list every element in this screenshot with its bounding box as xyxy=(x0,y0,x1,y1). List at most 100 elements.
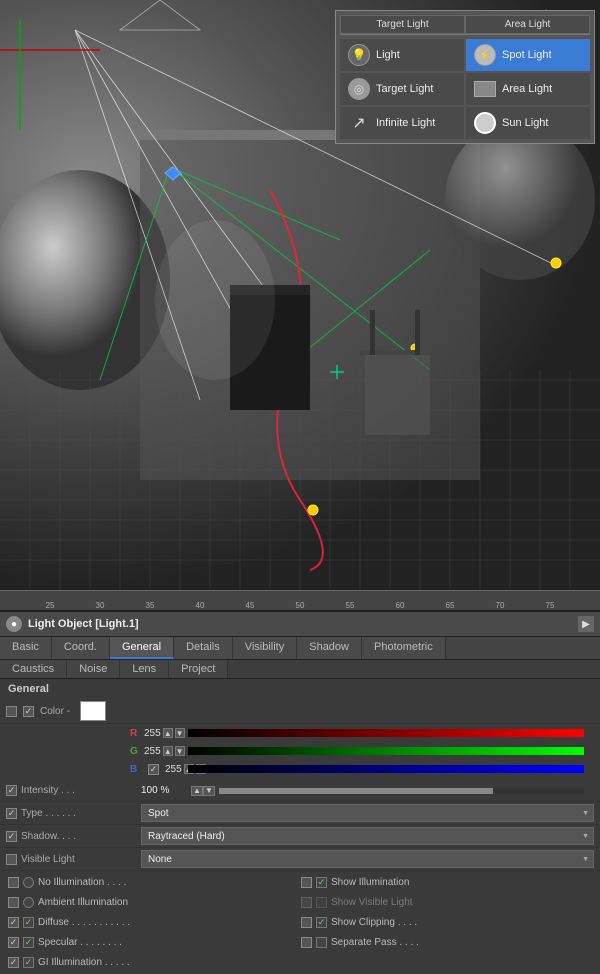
show-clipping-checkbox[interactable]: ✓ xyxy=(316,917,327,928)
channel-r-up[interactable]: ▲ xyxy=(163,728,173,738)
show-illumination-checkbox-outer[interactable] xyxy=(301,877,312,888)
diffuse-checkbox2[interactable]: ✓ xyxy=(23,917,34,928)
tab-details[interactable]: Details xyxy=(174,637,233,659)
ruler-tick-25: 25 xyxy=(46,601,55,610)
gi-illumination-checkbox[interactable] xyxy=(8,957,19,968)
channel-b-enable[interactable] xyxy=(148,764,159,775)
type-label: Type . . . . . . xyxy=(21,808,141,819)
ruler-tick-50: 50 xyxy=(296,601,305,610)
light-type-infinite[interactable]: ↗ Infinite Light xyxy=(340,107,464,139)
color-enable-checkbox[interactable] xyxy=(23,706,34,717)
tab-area-light[interactable]: Area Light xyxy=(465,15,590,34)
light-type-spot[interactable]: ⚡ Spot Light xyxy=(466,39,590,71)
show-visible-light-checkbox-outer[interactable] xyxy=(301,897,312,908)
gi-illumination-label: GI Illumination . . . . . xyxy=(38,957,130,968)
ruler-tick-55: 55 xyxy=(346,601,355,610)
intensity-down[interactable]: ▼ xyxy=(203,786,215,796)
channel-g-label: G xyxy=(130,746,144,757)
target-icon: ◎ xyxy=(348,78,370,100)
shadow-dropdown[interactable]: Raytraced (Hard) xyxy=(141,827,594,845)
separate-pass-checkbox-outer[interactable] xyxy=(301,937,312,948)
intensity-up[interactable]: ▲ xyxy=(191,786,203,796)
ruler-tick-65: 65 xyxy=(446,601,455,610)
tab-target-light[interactable]: Target Light xyxy=(340,15,465,34)
channel-b-bar xyxy=(188,765,584,773)
intensity-bar-fill xyxy=(219,788,493,794)
intensity-value: 100 % xyxy=(141,785,191,796)
diffuse-label: Diffuse . . . . . . . . . . . xyxy=(38,917,130,928)
no-illumination-checkbox[interactable] xyxy=(8,877,19,888)
tab-shadow[interactable]: Shadow xyxy=(297,637,362,659)
light-bulb-icon: 💡 xyxy=(348,44,370,66)
ruler-tick-60: 60 xyxy=(396,601,405,610)
channel-b-row: B 255 ▲ ▼ xyxy=(0,760,600,778)
panel-header: ● Light Object [Light.1] ▶ xyxy=(0,612,600,637)
light-type-area[interactable]: Area Light xyxy=(466,73,590,105)
tab-visibility[interactable]: Visibility xyxy=(233,637,298,659)
spot-label: Spot Light xyxy=(502,49,552,61)
channel-b-value: 255 ▲ ▼ xyxy=(144,764,184,775)
ruler-tick-75: 75 xyxy=(546,601,555,610)
ruler-tick-70: 70 xyxy=(496,601,505,610)
subtab-noise[interactable]: Noise xyxy=(67,660,120,678)
specular-checkbox[interactable] xyxy=(8,937,19,948)
channel-r-down[interactable]: ▼ xyxy=(175,728,185,738)
properties-panel: ● Light Object [Light.1] ▶ Basic Coord. … xyxy=(0,610,600,973)
channel-r-row: R 255 ▲ ▼ xyxy=(0,724,600,742)
diffuse-item: ✓ Diffuse . . . . . . . . . . . xyxy=(8,913,299,931)
intensity-checkbox[interactable] xyxy=(6,785,17,796)
color-checkbox[interactable] xyxy=(6,706,17,717)
light-type-target[interactable]: ◎ Target Light xyxy=(340,73,464,105)
intensity-row: Intensity . . . 100 % ▲ ▼ xyxy=(0,780,600,802)
ambient-illumination-label: Ambient Illumination xyxy=(38,897,128,908)
tab-coord[interactable]: Coord. xyxy=(52,637,110,659)
separate-pass-checkbox[interactable] xyxy=(316,937,327,948)
channel-g-down[interactable]: ▼ xyxy=(175,746,185,756)
tab-basic[interactable]: Basic xyxy=(0,637,52,659)
section-general: General xyxy=(0,679,600,699)
channel-g-up[interactable]: ▲ xyxy=(163,746,173,756)
gi-illumination-checkbox2[interactable]: ✓ xyxy=(23,957,34,968)
subtab-caustics[interactable]: Caustics xyxy=(0,660,67,678)
no-illumination-item: No Illumination . . . . xyxy=(8,873,299,891)
show-illumination-checkbox[interactable]: ✓ xyxy=(316,877,327,888)
ambient-illumination-radio[interactable] xyxy=(23,897,34,908)
specular-checkbox2[interactable]: ✓ xyxy=(23,937,34,948)
infinite-label: Infinite Light xyxy=(376,117,435,129)
channel-g-value: 255 ▲ ▼ xyxy=(144,746,184,757)
viewport: Target Light Area Light 💡 Light ⚡ Spot L… xyxy=(0,0,600,590)
light-type-sun[interactable]: Sun Light xyxy=(466,107,590,139)
color-swatch[interactable] xyxy=(80,701,106,721)
type-dropdown[interactable]: Spot xyxy=(141,804,594,822)
shadow-label: Shadow. . . . xyxy=(21,831,141,842)
type-row: Type . . . . . . Spot xyxy=(0,802,600,825)
light-type-light[interactable]: 💡 Light xyxy=(340,39,464,71)
panel-expand-button[interactable]: ▶ xyxy=(578,616,594,632)
no-illumination-radio[interactable] xyxy=(23,877,34,888)
visible-light-dropdown[interactable]: None xyxy=(141,850,594,868)
show-clipping-checkbox-outer[interactable] xyxy=(301,917,312,928)
subtab-project[interactable]: Project xyxy=(169,660,228,678)
type-checkbox[interactable] xyxy=(6,808,17,819)
specular-label: Specular . . . . . . . . xyxy=(38,937,122,948)
ambient-illumination-item: Ambient Illumination xyxy=(8,893,299,911)
separate-pass-label: Separate Pass . . . . xyxy=(331,937,419,948)
infinite-icon: ↗ xyxy=(348,112,370,134)
channel-r-bar xyxy=(188,729,584,737)
light-type-dropdown[interactable]: Target Light Area Light 💡 Light ⚡ Spot L… xyxy=(335,10,595,144)
subtab-lens[interactable]: Lens xyxy=(120,660,169,678)
show-illumination-label: Show Illumination xyxy=(331,877,409,888)
shadow-checkbox[interactable] xyxy=(6,831,17,842)
ambient-illumination-checkbox[interactable] xyxy=(8,897,19,908)
checkboxes-grid: No Illumination . . . . ✓ Show Illuminat… xyxy=(0,871,600,973)
ruler: 25 30 35 40 45 50 55 60 65 70 75 xyxy=(0,590,600,610)
tab-general[interactable]: General xyxy=(110,637,174,659)
show-visible-light-checkbox[interactable] xyxy=(316,897,327,908)
tab-photometric[interactable]: Photometric xyxy=(362,637,446,659)
shadow-row: Shadow. . . . Raytraced (Hard) xyxy=(0,825,600,848)
diffuse-checkbox[interactable] xyxy=(8,917,19,928)
area-label: Area Light xyxy=(502,83,552,95)
color-label: Color - xyxy=(40,706,70,717)
sun-label: Sun Light xyxy=(502,117,548,129)
visible-light-checkbox[interactable] xyxy=(6,854,17,865)
